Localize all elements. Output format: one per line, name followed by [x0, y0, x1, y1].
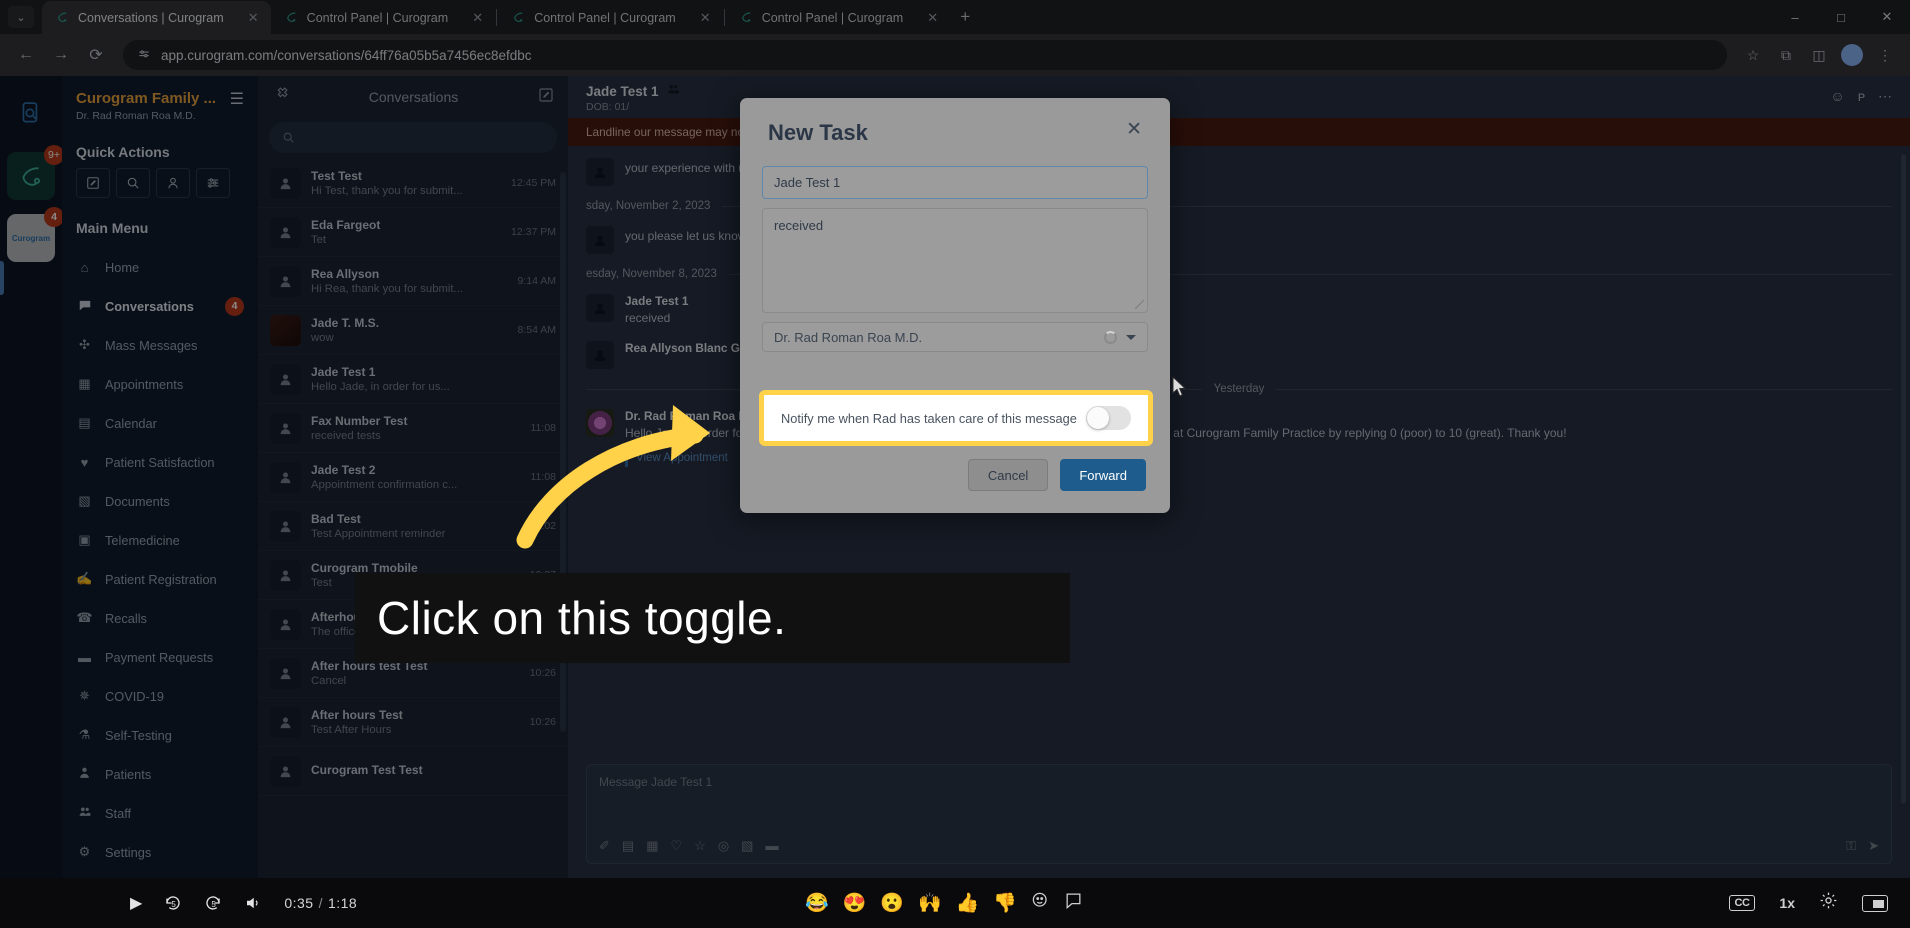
task-body-textarea[interactable]: received	[762, 208, 1148, 313]
play-button[interactable]: ▶	[130, 893, 142, 913]
comment-icon[interactable]	[1064, 891, 1083, 916]
forward-button[interactable]: Forward	[1060, 459, 1146, 491]
cancel-button[interactable]: Cancel	[967, 459, 1049, 491]
current-time: 0:35	[284, 895, 314, 911]
reaction-surprised[interactable]: 😮	[880, 891, 904, 915]
volume-icon[interactable]	[244, 894, 262, 912]
time-separator: /	[318, 895, 323, 911]
dialog-body: Jade Test 1 received Dr. Rad Roman Roa M…	[740, 146, 1170, 352]
playback-speed-button[interactable]: 1x	[1779, 895, 1795, 911]
emoji-picker-icon[interactable]	[1031, 891, 1050, 916]
dialog-footer: Cancel Forward	[967, 459, 1146, 491]
mouse-cursor	[1172, 375, 1187, 398]
assignee-value: Dr. Rad Roman Roa M.D.	[774, 329, 923, 345]
resize-handle[interactable]	[1135, 300, 1144, 309]
toggle-knob	[1087, 407, 1109, 429]
player-right-controls: CC 1x	[1728, 878, 1888, 928]
chevron-down-icon	[1126, 334, 1136, 340]
loading-spinner-icon	[1104, 330, 1117, 344]
reaction-thumbs-down[interactable]: 👎	[993, 891, 1017, 915]
reaction-heart-eyes[interactable]: 😍	[843, 891, 867, 915]
forward-5-button[interactable]: 5	[204, 894, 222, 912]
callout-text: Click on this toggle.	[377, 592, 787, 644]
select-indicators	[1104, 330, 1136, 344]
notify-toggle-switch[interactable]	[1086, 406, 1131, 430]
instruction-callout: Click on this toggle.	[355, 573, 1070, 663]
close-icon[interactable]: ✕	[1126, 120, 1142, 139]
forward-seconds: 5	[211, 900, 216, 909]
new-task-dialog: New Task ✕ Jade Test 1 received Dr. Rad …	[740, 98, 1170, 513]
cc-button[interactable]: CC	[1728, 895, 1756, 911]
notify-toggle-label: Notify me when Rad has taken care of thi…	[781, 410, 1077, 426]
reaction-thumbs-up[interactable]: 👍	[956, 891, 980, 915]
rewind-seconds: 5	[171, 900, 176, 909]
total-time: 1:18	[327, 895, 358, 911]
gear-icon[interactable]	[1819, 891, 1838, 915]
reaction-clap[interactable]: 🙌	[918, 891, 942, 915]
reaction-bar: 😂 😍 😮 🙌 👍 👎	[805, 878, 1083, 928]
video-player-controls: ▶ 5 5 0:35/1:18 😂 😍 😮 🙌 👍 👎 CC 1x	[0, 878, 1910, 928]
task-body-value: received	[774, 218, 824, 233]
task-subject-value: Jade Test 1	[774, 175, 841, 190]
dialog-header: New Task ✕	[740, 98, 1170, 146]
picture-in-picture-icon[interactable]	[1862, 894, 1888, 912]
screen: ⌄ Conversations | Curogram ✕ Control Pan…	[0, 0, 1910, 928]
assignee-select[interactable]: Dr. Rad Roman Roa M.D.	[762, 322, 1148, 352]
player-left-controls: ▶ 5 5 0:35/1:18	[130, 878, 357, 928]
task-subject-input[interactable]: Jade Test 1	[762, 166, 1148, 199]
notify-toggle-row-highlight[interactable]: Notify me when Rad has taken care of thi…	[759, 390, 1153, 446]
dialog-title: New Task	[768, 120, 868, 145]
rewind-5-button[interactable]: 5	[164, 894, 182, 912]
reaction-laugh[interactable]: 😂	[805, 891, 829, 915]
playback-time: 0:35/1:18	[284, 895, 357, 911]
